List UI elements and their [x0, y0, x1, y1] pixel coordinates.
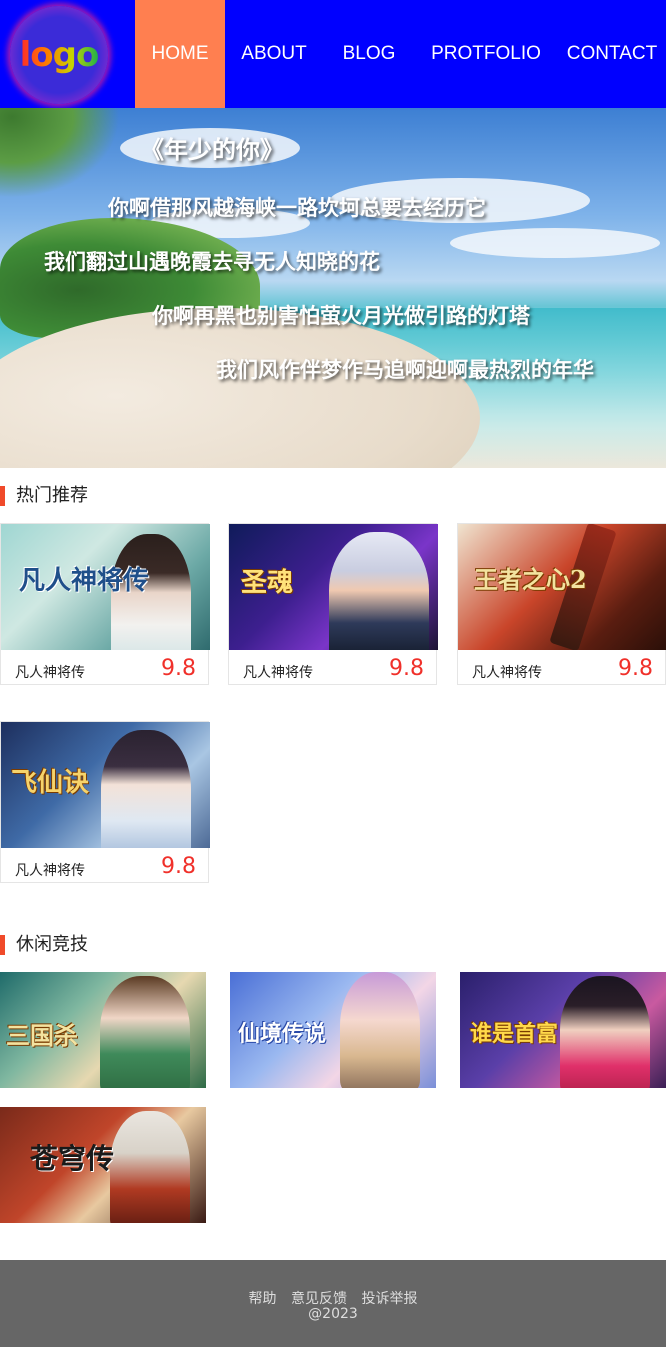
nav-contact[interactable]: CONTACT: [562, 0, 662, 108]
game-thumb[interactable]: 谁是首富: [460, 972, 666, 1088]
lyric-line-1: 你啊借那风越海峡一路坎坷总要去经历它: [108, 196, 486, 220]
game-card[interactable]: 王者之心2 凡人神将传 9.8: [457, 523, 666, 685]
game-logo-text: 仙境传说: [238, 1021, 327, 1047]
nav-about[interactable]: ABOUT: [234, 0, 314, 108]
lyric-line-4: 我们风作伴梦作马追啊迎啊最热烈的年华: [216, 358, 594, 382]
nav-blog[interactable]: BLOG: [330, 0, 408, 108]
nav-home[interactable]: HOME: [135, 0, 225, 108]
game-logo-text: 飞仙诀: [11, 768, 90, 798]
game-name: 凡人神将传: [15, 863, 85, 879]
logo[interactable]: logo: [10, 6, 108, 104]
game-card[interactable]: 圣魂 凡人神将传 9.8: [228, 523, 438, 685]
top-navbar: logo HOME ABOUT BLOG PROTFOLIO CONTACT: [0, 0, 666, 108]
lyric-line-3: 你啊再黑也别害怕萤火月光做引路的灯塔: [152, 304, 530, 328]
game-name: 凡人神将传: [243, 665, 313, 681]
game-thumb[interactable]: 仙境传说: [230, 972, 436, 1088]
section-title-hot: 热门推荐: [0, 486, 88, 506]
song-title: 《年少的你》: [140, 136, 284, 164]
game-cover-image: 王者之心2: [458, 524, 666, 650]
game-thumb[interactable]: 苍穹传: [0, 1107, 206, 1223]
game-cover-image: 圣魂: [229, 524, 438, 650]
game-thumb[interactable]: 三国杀: [0, 972, 206, 1088]
game-score: 9.8: [161, 656, 196, 681]
game-logo-text: 圣魂: [241, 568, 294, 598]
game-card[interactable]: 凡人神将传 凡人神将传 9.8: [0, 523, 210, 685]
game-logo-text: 王者之心2: [474, 565, 587, 594]
game-card[interactable]: 飞仙诀 凡人神将传 9.8: [0, 721, 210, 883]
game-logo-text: 凡人神将传: [19, 566, 150, 596]
game-score: 9.8: [389, 656, 424, 681]
game-logo-text: 三国杀: [6, 1021, 78, 1050]
game-logo-text: 谁是首富: [470, 1021, 559, 1047]
game-logo-text: 苍穹传: [30, 1142, 115, 1175]
game-name: 凡人神将传: [15, 665, 85, 681]
footer-links: 帮助 意见反馈 投诉举报: [0, 1288, 666, 1308]
footer: 帮助 意见反馈 投诉举报 @2023: [0, 1260, 666, 1347]
copyright: @2023: [308, 1306, 358, 1322]
game-score: 9.8: [161, 854, 196, 879]
footer-link-report[interactable]: 投诉举报: [361, 1291, 417, 1307]
game-cover-image: 飞仙诀: [1, 722, 210, 848]
game-cover-image: 凡人神将传: [1, 524, 210, 650]
hero-banner: 《年少的你》 你啊借那风越海峡一路坎坷总要去经历它 我们翻过山遇晚霞去寻无人知晓…: [0, 108, 666, 468]
section-title-casual: 休闲竞技: [0, 935, 88, 955]
game-score: 9.8: [618, 656, 653, 681]
game-name: 凡人神将传: [472, 665, 542, 681]
logo-text: logo: [19, 35, 100, 75]
footer-link-feedback[interactable]: 意见反馈: [291, 1291, 347, 1307]
palm-image: [0, 108, 120, 198]
nav-portfolio[interactable]: PROTFOLIO: [428, 0, 544, 108]
lyric-line-2: 我们翻过山遇晚霞去寻无人知晓的花: [44, 250, 380, 274]
footer-link-help[interactable]: 帮助: [249, 1291, 277, 1307]
